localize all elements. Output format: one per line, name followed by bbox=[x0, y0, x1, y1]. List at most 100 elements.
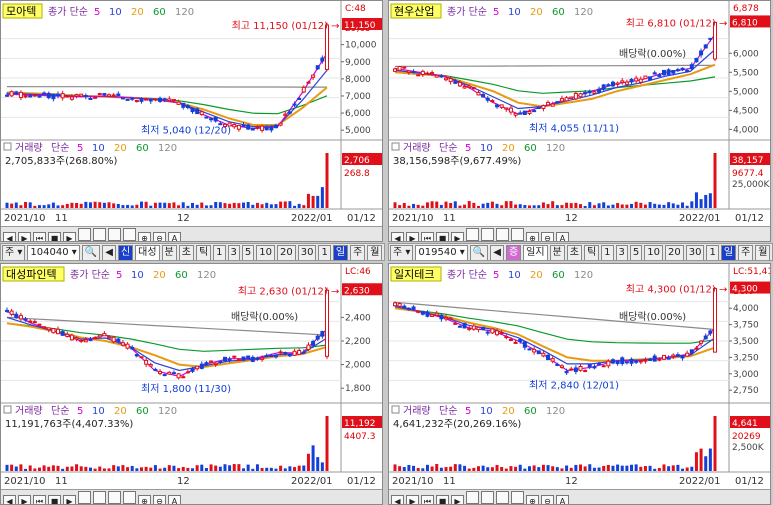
blank-icon[interactable] bbox=[481, 491, 494, 504]
prev-icon[interactable]: ◀ bbox=[102, 245, 116, 260]
stop-icon[interactable]: ■ bbox=[48, 232, 61, 241]
period-tab[interactable]: 3 bbox=[615, 245, 628, 260]
font-icon[interactable]: A bbox=[168, 232, 181, 241]
price-axis-label: 3,000 bbox=[733, 370, 759, 380]
period-tab[interactable]: 주 bbox=[738, 245, 754, 260]
zoom-out-icon[interactable]: ⊖ bbox=[153, 495, 166, 504]
blank-icon[interactable] bbox=[466, 228, 479, 241]
stock-code-input[interactable]: 104040 ▾ bbox=[27, 245, 80, 260]
chart-scroll-controls[interactable]: ◀ ▶ ⏮ ■ ▶ ⊕ ⊖ A bbox=[389, 489, 770, 504]
period-tab[interactable]: 20 bbox=[277, 245, 296, 260]
volume-bar bbox=[495, 464, 499, 471]
period-tab[interactable]: 10 bbox=[256, 245, 276, 260]
period-tab[interactable]: 1 bbox=[706, 245, 719, 260]
play-icon[interactable]: ▶ bbox=[63, 232, 76, 241]
period-tab[interactable]: 분 bbox=[161, 245, 177, 260]
chart-scroll-controls[interactable]: ◀ ▶ ⏮ ■ ▶ ⊕ ⊖ A bbox=[1, 226, 382, 241]
stop-icon[interactable]: ■ bbox=[436, 495, 449, 504]
font-icon[interactable]: A bbox=[168, 495, 181, 504]
blank-icon[interactable] bbox=[496, 491, 509, 504]
scroll-left-icon[interactable]: ◀ bbox=[3, 232, 16, 241]
volume-bar bbox=[625, 204, 629, 208]
period-tab[interactable]: 틱 bbox=[195, 245, 212, 260]
blank-icon[interactable] bbox=[511, 491, 524, 504]
period-tab[interactable]: 5 bbox=[241, 245, 255, 260]
price-axis-label: 3,500 bbox=[733, 337, 759, 347]
stop-icon[interactable]: ■ bbox=[48, 495, 61, 504]
period-tab[interactable]: 30 bbox=[297, 245, 317, 260]
first-icon[interactable]: ⏮ bbox=[421, 232, 434, 241]
blank-icon[interactable] bbox=[93, 491, 106, 504]
period-tab[interactable]: 1 bbox=[318, 245, 331, 260]
first-icon[interactable]: ⏮ bbox=[33, 495, 46, 504]
zoom-in-icon[interactable]: ⊕ bbox=[138, 232, 151, 241]
period-tab[interactable]: 5 bbox=[629, 245, 643, 260]
market-select[interactable]: 주 ▾ bbox=[2, 245, 26, 260]
zoom-in-icon[interactable]: ⊕ bbox=[138, 495, 151, 504]
zoom-in-icon[interactable]: ⊕ bbox=[526, 495, 539, 504]
period-tab[interactable]: 3 bbox=[227, 245, 240, 260]
chart-panel[interactable]: 모아텍 종가 단순 5 10 20 60 120 최고 11,150 (01/12) → 최저 … bbox=[0, 0, 383, 242]
zoom-out-icon[interactable]: ⊖ bbox=[541, 232, 554, 241]
scroll-right-icon[interactable]: ▶ bbox=[406, 495, 419, 504]
blank-icon[interactable] bbox=[123, 228, 136, 241]
first-icon[interactable]: ⏮ bbox=[33, 232, 46, 241]
volume-bar bbox=[306, 193, 310, 208]
scroll-left-icon[interactable]: ◀ bbox=[3, 495, 16, 504]
period-tab[interactable]: 20 bbox=[665, 245, 684, 260]
period-tab[interactable]: 초 bbox=[566, 245, 582, 260]
period-tab[interactable]: 일 bbox=[720, 245, 737, 260]
chart-panel[interactable]: 대성파인텍 종가 단순 5 10 20 60 120 최고 2,630 (01/12) → 최저… bbox=[0, 263, 383, 505]
chart-scroll-controls[interactable]: ◀ ▶ ⏮ ■ ▶ ⊕ ⊖ A bbox=[389, 226, 770, 241]
period-tab[interactable]: 주 bbox=[350, 245, 366, 260]
zoom-in-icon[interactable]: ⊕ bbox=[526, 232, 539, 241]
period-tab[interactable]: 년 bbox=[384, 245, 385, 261]
chart-scroll-controls[interactable]: ◀ ▶ ⏮ ■ ▶ ⊕ ⊖ A bbox=[1, 489, 382, 504]
blank-icon[interactable] bbox=[78, 228, 91, 241]
stop-icon[interactable]: ■ bbox=[436, 232, 449, 241]
blank-icon[interactable] bbox=[511, 228, 524, 241]
period-tab[interactable]: 초 bbox=[178, 245, 194, 260]
scroll-right-icon[interactable]: ▶ bbox=[18, 495, 31, 504]
period-tab[interactable]: 10 bbox=[644, 245, 664, 260]
prev-icon[interactable]: ◀ bbox=[490, 245, 504, 260]
font-icon[interactable]: A bbox=[556, 232, 569, 241]
candle bbox=[416, 310, 421, 314]
blank-icon[interactable] bbox=[123, 491, 136, 504]
blank-icon[interactable] bbox=[466, 491, 479, 504]
search-icon[interactable]: 🔍 bbox=[81, 245, 101, 260]
volume-bar bbox=[648, 465, 652, 471]
period-tab[interactable]: 일 bbox=[332, 245, 349, 260]
period-tab[interactable]: 틱 bbox=[583, 245, 600, 260]
period-tab[interactable]: 월 bbox=[755, 245, 771, 260]
ma-legend-period: 120 bbox=[574, 7, 593, 18]
search-icon[interactable]: 🔍 bbox=[469, 245, 489, 260]
period-tab[interactable]: 1 bbox=[601, 245, 614, 260]
blank-icon[interactable] bbox=[108, 228, 121, 241]
play-icon[interactable]: ▶ bbox=[451, 495, 464, 504]
chart-panel[interactable]: 일지테크 종가 단순 5 10 20 60 120 최고 4,300 (01/12) → 최저 … bbox=[388, 263, 771, 505]
stock-code-input[interactable]: 019540 ▾ bbox=[415, 245, 468, 260]
blank-icon[interactable] bbox=[108, 491, 121, 504]
font-icon[interactable]: A bbox=[556, 495, 569, 504]
zoom-out-icon[interactable]: ⊖ bbox=[541, 495, 554, 504]
play-icon[interactable]: ▶ bbox=[451, 232, 464, 241]
chart-panel[interactable]: 현우산업 종가 단순 5 10 20 60 120 최고 6,810 (01/12) → 최저 … bbox=[388, 0, 771, 242]
scroll-right-icon[interactable]: ▶ bbox=[406, 232, 419, 241]
first-icon[interactable]: ⏮ bbox=[421, 495, 434, 504]
scroll-left-icon[interactable]: ◀ bbox=[391, 232, 404, 241]
market-select[interactable]: 주 ▾ bbox=[390, 245, 414, 260]
play-icon[interactable]: ▶ bbox=[63, 495, 76, 504]
zoom-out-icon[interactable]: ⊖ bbox=[153, 232, 166, 241]
period-tab[interactable]: 1 bbox=[213, 245, 226, 260]
period-tab[interactable]: 분 bbox=[549, 245, 565, 260]
scroll-left-icon[interactable]: ◀ bbox=[391, 495, 404, 504]
scroll-right-icon[interactable]: ▶ bbox=[18, 232, 31, 241]
period-tab[interactable]: 30 bbox=[685, 245, 705, 260]
blank-icon[interactable] bbox=[496, 228, 509, 241]
blank-icon[interactable] bbox=[78, 491, 91, 504]
blank-icon[interactable] bbox=[481, 228, 494, 241]
period-tab[interactable]: 월 bbox=[367, 245, 383, 260]
blank-icon[interactable] bbox=[93, 228, 106, 241]
candle bbox=[260, 124, 265, 133]
